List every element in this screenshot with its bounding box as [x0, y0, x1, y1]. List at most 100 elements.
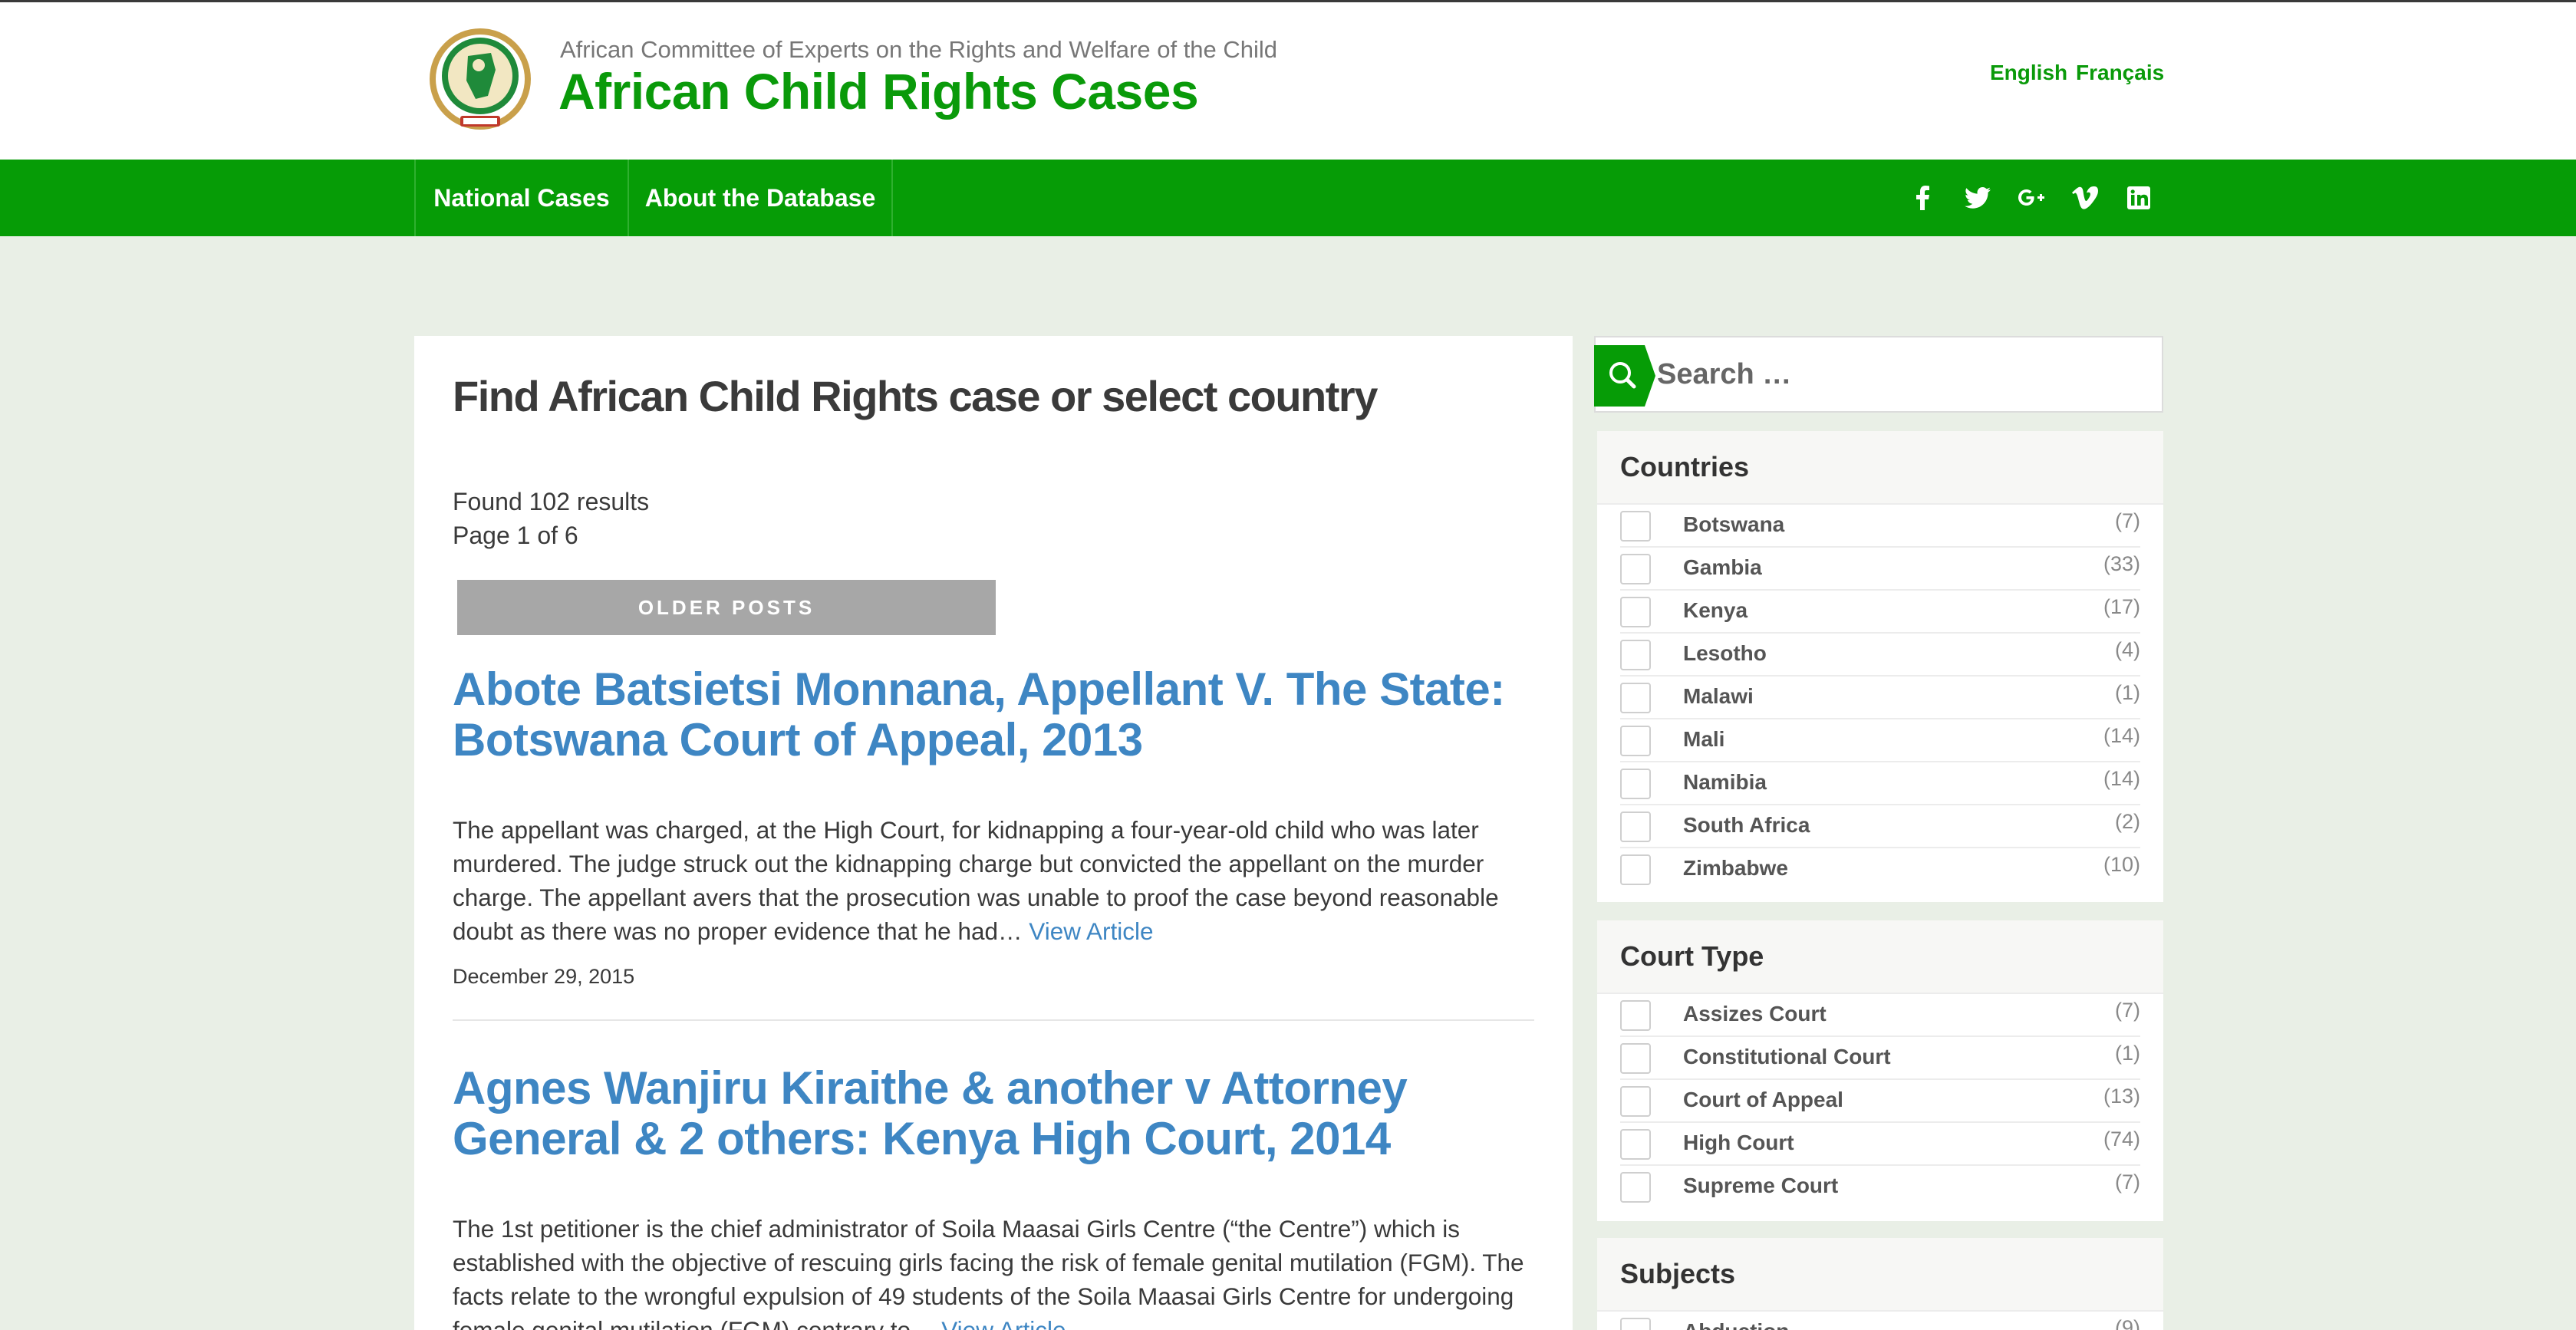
org-subtitle: African Committee of Experts on the Righ…: [560, 36, 1278, 63]
checkbox[interactable]: [1620, 811, 1651, 842]
checkbox[interactable]: [1620, 554, 1651, 584]
filter-label: Abduction: [1683, 1319, 1789, 1330]
filter-count: (7): [2115, 999, 2140, 1022]
article-title-link[interactable]: Agnes Wanjiru Kiraithe & another v Attor…: [453, 1063, 1534, 1164]
filter-label: Botswana: [1683, 512, 1785, 536]
filter-row[interactable]: Malawi (1): [1620, 677, 2140, 719]
filter-row[interactable]: Constitutional Court (1): [1620, 1037, 2140, 1080]
nav-about-database[interactable]: About the Database: [628, 160, 893, 236]
filter-row[interactable]: Gambia (33): [1620, 548, 2140, 591]
checkbox[interactable]: [1620, 1043, 1651, 1074]
article-excerpt-text: The appellant was charged, at the High C…: [453, 816, 1499, 945]
older-posts-button[interactable]: OLDER POSTS: [457, 580, 996, 635]
site-header: African Committee of Experts on the Righ…: [0, 2, 2576, 160]
filter-row[interactable]: Assizes Court (7): [1620, 994, 2140, 1037]
filter-row[interactable]: Supreme Court (7): [1620, 1166, 2140, 1209]
article-excerpt: The 1st petitioner is the chief administ…: [453, 1212, 1534, 1330]
article-excerpt: The appellant was charged, at the High C…: [453, 813, 1534, 948]
filter-label: High Court: [1683, 1131, 1794, 1154]
main-navigation: National Cases About the Database: [0, 160, 2576, 236]
filter-row[interactable]: Zimbabwe (10): [1620, 848, 2140, 891]
site-title[interactable]: African Child Rights Cases: [558, 62, 1199, 120]
checkbox[interactable]: [1620, 854, 1651, 885]
language-french-link[interactable]: Français: [2076, 61, 2164, 85]
subjects-heading: Subjects: [1597, 1238, 2163, 1312]
checkbox[interactable]: [1620, 683, 1651, 713]
subjects-list: Abduction (9): [1597, 1312, 2163, 1330]
filter-count: (7): [2115, 1170, 2140, 1193]
filter-count: (7): [2115, 509, 2140, 532]
twitter-icon[interactable]: [1962, 183, 1993, 213]
nav-national-cases-label: National Cases: [433, 183, 610, 212]
filter-row[interactable]: Mali (14): [1620, 719, 2140, 762]
acerwc-logo[interactable]: [420, 25, 540, 137]
filter-row[interactable]: Court of Appeal (13): [1620, 1080, 2140, 1123]
checkbox[interactable]: [1620, 597, 1651, 627]
filter-label: Zimbabwe: [1683, 856, 1788, 880]
court-type-filter: Court Type Assizes Court (7) Constitution…: [1597, 920, 2163, 1221]
checkbox[interactable]: [1620, 511, 1651, 542]
countries-filter: Countries Botswana (7) Gambia (33) Kenya (1…: [1597, 431, 2163, 902]
filter-count: (2): [2115, 810, 2140, 833]
filter-label: Lesotho: [1683, 641, 1767, 665]
filter-row[interactable]: Kenya (17): [1620, 591, 2140, 634]
filter-label: Mali: [1683, 727, 1725, 751]
facebook-icon[interactable]: [1907, 183, 1938, 213]
view-article-link[interactable]: View Article: [941, 1316, 1066, 1330]
view-article-link[interactable]: View Article: [1029, 917, 1153, 945]
filter-count: (9): [2115, 1316, 2140, 1330]
filter-label: Constitutional Court: [1683, 1045, 1891, 1068]
filter-row[interactable]: South Africa (2): [1620, 805, 2140, 848]
filter-count: (13): [2103, 1085, 2140, 1108]
filter-label: Supreme Court: [1683, 1174, 1839, 1197]
filter-count: (4): [2115, 638, 2140, 661]
checkbox[interactable]: [1620, 1172, 1651, 1203]
filter-count: (33): [2103, 552, 2140, 575]
checkbox[interactable]: [1620, 726, 1651, 756]
nav-national-cases[interactable]: National Cases: [414, 160, 628, 236]
page-indicator: Page 1 of 6: [453, 522, 578, 549]
filter-row[interactable]: Lesotho (4): [1620, 634, 2140, 677]
linkedin-icon[interactable]: [2123, 183, 2154, 213]
subjects-filter: Subjects Abduction (9): [1597, 1238, 2163, 1330]
court-type-heading: Court Type: [1597, 920, 2163, 994]
page-title: Find African Child Rights case or select…: [453, 372, 1378, 420]
filter-label: Kenya: [1683, 598, 1748, 622]
filter-label: South Africa: [1683, 813, 1810, 837]
checkbox[interactable]: [1620, 1000, 1651, 1031]
nav-about-database-label: About the Database: [644, 183, 876, 212]
search-icon[interactable]: [1594, 345, 1655, 407]
filter-count: (14): [2103, 767, 2140, 790]
search-input[interactable]: [1657, 337, 2156, 411]
checkbox[interactable]: [1620, 1129, 1651, 1160]
filter-count: (10): [2103, 853, 2140, 876]
filter-row[interactable]: Namibia (14): [1620, 762, 2140, 805]
filter-row[interactable]: Botswana (7): [1620, 505, 2140, 548]
checkbox[interactable]: [1620, 1086, 1651, 1117]
countries-list: Botswana (7) Gambia (33) Kenya (17) Lesotho…: [1597, 505, 2163, 891]
google-plus-icon[interactable]: [2016, 183, 2047, 213]
results-panel: Find African Child Rights case or select…: [414, 336, 1573, 1330]
filter-count: (17): [2103, 595, 2140, 618]
filter-label: Gambia: [1683, 555, 1762, 579]
filter-count: (1): [2115, 681, 2140, 704]
language-english-link[interactable]: English: [1990, 61, 2067, 85]
filter-count: (14): [2103, 724, 2140, 747]
checkbox[interactable]: [1620, 1318, 1651, 1330]
article-divider: [453, 1019, 1534, 1021]
article-title-link[interactable]: Abote Batsietsi Monnana, Appellant V. Th…: [453, 664, 1534, 765]
article-item: Agnes Wanjiru Kiraithe & another v Attor…: [453, 1063, 1534, 1330]
countries-heading: Countries: [1597, 431, 2163, 505]
filter-row[interactable]: Abduction (9): [1620, 1312, 2140, 1330]
filter-label: Malawi: [1683, 684, 1754, 708]
filter-count: (74): [2103, 1128, 2140, 1151]
search-box: [1594, 336, 2163, 413]
checkbox[interactable]: [1620, 640, 1651, 670]
vimeo-icon[interactable]: [2070, 183, 2100, 213]
article-excerpt-text: The 1st petitioner is the chief administ…: [453, 1215, 1524, 1330]
filter-row[interactable]: High Court (74): [1620, 1123, 2140, 1166]
filter-count: (1): [2115, 1042, 2140, 1065]
filter-label: Namibia: [1683, 770, 1767, 794]
checkbox[interactable]: [1620, 769, 1651, 799]
filter-label: Assizes Court: [1683, 1002, 1827, 1025]
